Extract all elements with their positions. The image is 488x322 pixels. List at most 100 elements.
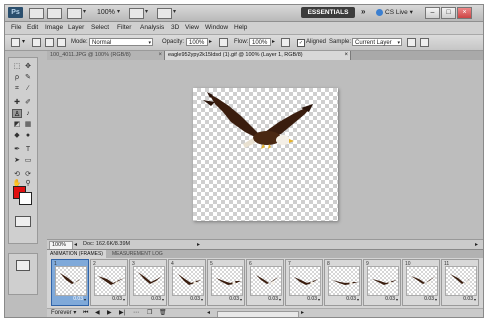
- chevron-down-icon[interactable]: ▾: [123, 297, 125, 302]
- next-frame-icon[interactable]: ▶|: [119, 310, 125, 317]
- chevron-right-icon[interactable]: ▸: [197, 241, 200, 248]
- type-tool-icon[interactable]: T: [23, 145, 33, 154]
- first-frame-icon[interactable]: ⏮: [83, 310, 88, 317]
- animation-frame[interactable]: 10 0.03 ▾: [402, 259, 440, 306]
- animation-frame[interactable]: 9 0.03 ▾: [363, 259, 401, 306]
- path-selection-tool-icon[interactable]: ➤: [12, 156, 22, 165]
- screen-mode-icon[interactable]: [157, 8, 172, 19]
- scroll-right-icon[interactable]: ▸: [301, 310, 304, 317]
- tab-document-1[interactable]: 100_4011.JPG @ 100% (RGB/8) ×: [47, 51, 165, 60]
- animation-frame[interactable]: 7 0.03 ▾: [285, 259, 323, 306]
- close-tab-icon[interactable]: ×: [158, 51, 162, 60]
- shape-tool-icon[interactable]: ▭: [23, 156, 33, 165]
- tween-icon[interactable]: ⋯: [133, 310, 139, 317]
- brush-preset-icon[interactable]: [32, 38, 41, 47]
- chevron-left-icon[interactable]: ◂: [74, 241, 77, 248]
- chevron-down-icon[interactable]: ▾: [162, 297, 164, 302]
- minimize-button[interactable]: –: [425, 7, 440, 19]
- animation-frame[interactable]: 11 0.03 ▾: [441, 259, 479, 306]
- more-workspaces-icon[interactable]: »: [361, 7, 365, 16]
- frame-delay[interactable]: 0.03: [268, 296, 278, 302]
- 3d-rotate-tool-icon[interactable]: ⟲: [12, 170, 22, 179]
- animation-frame[interactable]: 8 0.03 ▾: [324, 259, 362, 306]
- previous-frame-icon[interactable]: ◀: [95, 310, 100, 317]
- close-button[interactable]: ×: [457, 7, 472, 19]
- chevron-down-icon[interactable]: ▾: [84, 297, 86, 302]
- menu-select[interactable]: Select: [91, 23, 109, 33]
- aligned-checkbox[interactable]: ✓: [297, 39, 305, 47]
- chevron-down-icon[interactable]: ▾: [279, 297, 281, 302]
- dodge-tool-icon[interactable]: ●: [23, 131, 33, 140]
- chevron-right-icon[interactable]: ▸: [475, 241, 478, 248]
- menu-filter[interactable]: Filter: [117, 23, 131, 33]
- chevron-down-icon[interactable]: ▾: [145, 8, 148, 15]
- gradient-tool-icon[interactable]: ▦: [23, 120, 33, 129]
- frame-delay[interactable]: 0.03: [73, 296, 83, 302]
- 3d-orbit-tool-icon[interactable]: ⟳: [23, 170, 33, 179]
- ignore-adjustment-layers-icon[interactable]: [407, 38, 416, 47]
- mini-bridge-icon[interactable]: [47, 8, 62, 19]
- sample-select[interactable]: Current Layer ▾: [352, 38, 402, 46]
- clone-stamp-tool-icon[interactable]: ♙: [12, 109, 22, 118]
- move-tool-icon[interactable]: ✥: [23, 62, 33, 71]
- chevron-down-icon[interactable]: ▾: [201, 297, 203, 302]
- frame-scrollbar[interactable]: [217, 311, 299, 317]
- toggle-clone-source-icon[interactable]: [57, 38, 66, 47]
- tab-animation-frames[interactable]: ANIMATION (FRAMES): [47, 250, 106, 258]
- zoom-level-dropdown[interactable]: 100%: [97, 7, 115, 18]
- view-extras-icon[interactable]: [67, 8, 82, 19]
- animation-frame[interactable]: 4 0.03 ▾: [168, 259, 206, 306]
- menu-edit[interactable]: Edit: [27, 23, 38, 33]
- lasso-tool-icon[interactable]: ρ: [12, 73, 22, 82]
- blur-tool-icon[interactable]: ◆: [12, 131, 22, 140]
- animation-frame[interactable]: 1 0.03 ▾: [51, 259, 89, 306]
- frame-delay[interactable]: 0.03: [229, 296, 239, 302]
- airbrush-icon[interactable]: [281, 38, 290, 47]
- delete-frame-icon[interactable]: 🗑: [159, 310, 167, 317]
- chevron-down-icon[interactable]: ▾: [474, 297, 476, 302]
- pressure-size-icon[interactable]: [420, 38, 429, 47]
- brush-tool-icon[interactable]: ✐: [23, 98, 33, 107]
- marquee-tool-icon[interactable]: ⬚: [12, 62, 22, 71]
- frame-delay[interactable]: 0.03: [307, 296, 317, 302]
- play-icon[interactable]: ▶: [107, 310, 112, 317]
- menu-window[interactable]: Window: [205, 23, 228, 33]
- frame-delay[interactable]: 0.03: [112, 296, 122, 302]
- background-color-swatch[interactable]: [19, 192, 32, 205]
- frame-delay[interactable]: 0.03: [346, 296, 356, 302]
- quick-selection-tool-icon[interactable]: ✎: [23, 73, 33, 82]
- frame-delay[interactable]: 0.03: [190, 296, 200, 302]
- animation-frame[interactable]: 6 0.03 ▾: [246, 259, 284, 306]
- tab-measurement-log[interactable]: MEASUREMENT LOG: [109, 250, 166, 258]
- eraser-tool-icon[interactable]: ◩: [12, 120, 22, 129]
- frame-delay[interactable]: 0.03: [151, 296, 161, 302]
- chevron-down-icon[interactable]: ▾: [83, 8, 86, 15]
- frame-delay[interactable]: 0.03: [463, 296, 473, 302]
- menu-analysis[interactable]: Analysis: [140, 23, 164, 33]
- menu-image[interactable]: Image: [45, 23, 63, 33]
- frame-delay[interactable]: 0.03: [424, 296, 434, 302]
- pressure-opacity-icon[interactable]: [219, 38, 228, 47]
- animation-frame[interactable]: 3 0.03 ▾: [129, 259, 167, 306]
- healing-brush-tool-icon[interactable]: ✚: [12, 98, 22, 107]
- bridge-icon[interactable]: [29, 8, 44, 19]
- chevron-down-icon[interactable]: ▾: [396, 297, 398, 302]
- loop-select[interactable]: Forever ▾: [51, 310, 76, 317]
- pen-tool-icon[interactable]: ✒: [12, 145, 22, 154]
- workspace-switcher-button[interactable]: ESSENTIALS: [301, 7, 355, 18]
- close-tab-icon[interactable]: ×: [344, 51, 348, 60]
- toggle-brush-panel-icon[interactable]: [45, 38, 54, 47]
- panel-icon[interactable]: [16, 260, 30, 271]
- document-canvas[interactable]: [193, 88, 338, 221]
- history-brush-tool-icon[interactable]: ♪: [23, 109, 33, 118]
- animation-frame[interactable]: 5 0.03 ▾: [207, 259, 245, 306]
- chevron-down-icon[interactable]: ▾: [318, 297, 320, 302]
- eyedropper-tool-icon[interactable]: ∕: [23, 84, 33, 93]
- duplicate-frame-icon[interactable]: ❐: [147, 310, 152, 317]
- chevron-down-icon[interactable]: ▾: [173, 8, 176, 15]
- quick-mask-icon[interactable]: [15, 216, 31, 227]
- chevron-right-icon[interactable]: ▸: [209, 38, 212, 47]
- menu-file[interactable]: File: [11, 23, 21, 33]
- animation-frame[interactable]: 2 0.03 ▾: [90, 259, 128, 306]
- frame-delay[interactable]: 0.03: [385, 296, 395, 302]
